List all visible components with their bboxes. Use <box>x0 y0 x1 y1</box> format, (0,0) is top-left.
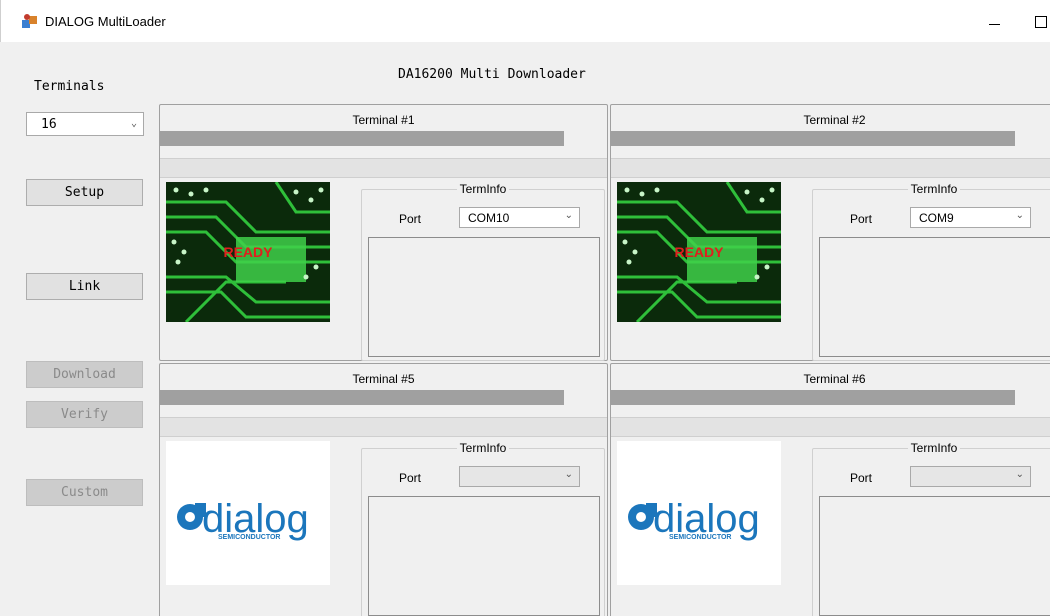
port-select-value: COM10 <box>468 211 510 225</box>
dialog-logo-icon: dialog SEMICONDUCTOR <box>166 441 330 585</box>
terminals-label: Terminals <box>34 79 105 94</box>
terminal-title: Terminal #1 <box>352 113 415 127</box>
port-select-value: COM9 <box>919 211 954 225</box>
port-select[interactable]: COM9 ⌄ <box>910 207 1031 228</box>
port-label: Port <box>399 212 422 226</box>
custom-button[interactable]: Custom <box>26 479 143 506</box>
progress-bar <box>611 131 1015 146</box>
port-select[interactable]: ⌄ <box>910 466 1031 487</box>
terminal-log[interactable] <box>368 496 600 616</box>
terminfo-group: TermInfo Port COM10 ⌄ <box>361 182 605 361</box>
logo-subtext: SEMICONDUCTOR <box>669 534 731 541</box>
chevron-down-icon: ⌄ <box>1015 210 1024 221</box>
dialog-logo-image: dialog SEMICONDUCTOR <box>166 441 330 585</box>
setup-button-label: Setup <box>64 185 105 200</box>
status-text: READY <box>674 244 724 260</box>
port-label: Port <box>399 471 422 485</box>
status-bar <box>611 417 1050 437</box>
terminal-panel-6: Terminal #6 dialog SEMICONDUCTOR TermInf… <box>610 363 1050 616</box>
terminfo-group: TermInfo Port ⌄ <box>812 441 1050 616</box>
terminfo-group: TermInfo Port COM9 ⌄ <box>812 182 1050 361</box>
terminal-log[interactable] <box>368 237 600 357</box>
download-button-label: Download <box>53 367 116 382</box>
terminals-select-value: 16 <box>41 117 57 132</box>
progress-bar <box>160 390 564 405</box>
chevron-down-icon: ⌄ <box>1015 469 1024 480</box>
chevron-down-icon: ⌄ <box>564 210 573 221</box>
progress-bar <box>611 390 1015 405</box>
terminal-panel-1: Terminal #1 READY TermInfo Port COM10 ⌄ <box>159 104 608 361</box>
terminal-title: Terminal #6 <box>803 372 866 386</box>
pcb-ready-image: READY <box>617 182 781 322</box>
progress-bar <box>160 131 564 146</box>
chevron-down-icon: ⌄ <box>130 118 137 129</box>
port-select[interactable]: COM10 ⌄ <box>459 207 580 228</box>
chevron-down-icon: ⌄ <box>564 469 573 480</box>
dialog-logo-image: dialog SEMICONDUCTOR <box>617 441 781 585</box>
terminfo-label: TermInfo <box>907 182 961 196</box>
terminal-panel-2: Terminal #2 READY TermInfo Port COM9 ⌄ <box>610 104 1050 361</box>
status-bar <box>611 158 1050 178</box>
main-client-area: Terminals DA16200 Multi Downloader 16 ⌄ … <box>0 42 1050 616</box>
pcb-ready-image: READY <box>166 182 330 322</box>
status-text: READY <box>223 244 273 260</box>
app-title: DA16200 Multi Downloader <box>398 67 586 82</box>
terminfo-label: TermInfo <box>456 182 510 196</box>
terminal-title: Terminal #2 <box>803 113 866 127</box>
port-label: Port <box>850 212 873 226</box>
setup-button[interactable]: Setup <box>26 179 143 206</box>
window-title: DIALOG MultiLoader <box>45 14 166 29</box>
custom-button-label: Custom <box>61 485 108 500</box>
status-bar <box>160 417 607 437</box>
app-icon <box>22 14 37 28</box>
port-label: Port <box>850 471 873 485</box>
logo-subtext: SEMICONDUCTOR <box>218 534 280 541</box>
terminals-select[interactable]: 16 ⌄ <box>26 112 144 136</box>
download-button[interactable]: Download <box>26 361 143 388</box>
status-bar <box>160 158 607 178</box>
verify-button[interactable]: Verify <box>26 401 143 428</box>
terminfo-label: TermInfo <box>907 441 961 455</box>
port-select[interactable]: ⌄ <box>459 466 580 487</box>
maximize-icon[interactable] <box>1031 10 1050 32</box>
terminal-log[interactable] <box>819 496 1050 616</box>
dialog-logo-icon: dialog SEMICONDUCTOR <box>617 441 781 585</box>
link-button-label: Link <box>68 279 101 294</box>
link-button[interactable]: Link <box>26 273 143 300</box>
verify-button-label: Verify <box>61 407 108 422</box>
terminal-panel-5: Terminal #5 dialog SEMICONDUCTOR TermInf… <box>159 363 608 616</box>
title-bar: DIALOG MultiLoader <box>0 0 1050 42</box>
terminfo-label: TermInfo <box>456 441 510 455</box>
terminfo-group: TermInfo Port ⌄ <box>361 441 605 616</box>
minimize-icon[interactable] <box>983 10 1007 32</box>
terminal-log[interactable] <box>819 237 1050 357</box>
terminal-title: Terminal #5 <box>352 372 415 386</box>
